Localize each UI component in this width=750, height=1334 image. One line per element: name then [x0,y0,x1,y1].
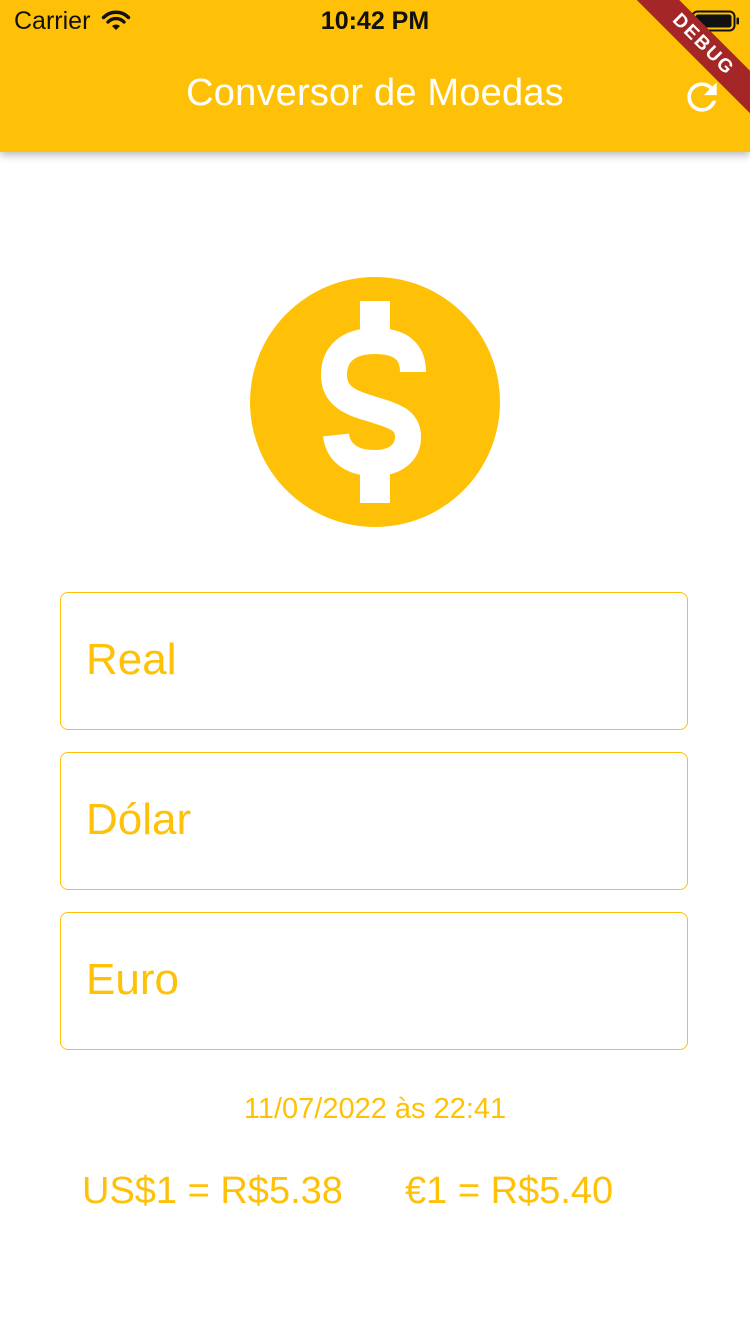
dolar-field-label: Dólar [86,795,192,844]
monetization-icon [250,277,500,527]
debug-banner: DEBUG [620,0,750,130]
euro-field[interactable]: Euro [60,912,688,1050]
debug-label: DEBUG [632,0,750,116]
usd-rate: US$1 = R$5.38 [82,1170,343,1212]
real-field-label: Real [86,635,177,684]
euro-field-label: Euro [86,955,179,1004]
dolar-field[interactable]: Dólar [60,752,688,890]
real-field[interactable]: Real [60,592,688,730]
update-timestamp: 11/07/2022 às 22:41 [243,1093,507,1125]
eur-rate: €1 = R$5.40 [405,1170,614,1212]
